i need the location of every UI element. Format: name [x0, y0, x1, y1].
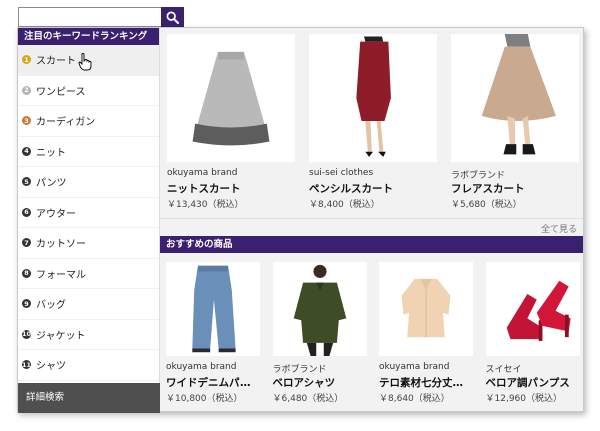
ranking-item-10[interactable]: 10 ジャケット — [18, 320, 159, 350]
ranking-item-label: シャツ — [36, 361, 66, 373]
rank-number-badge: 2 — [22, 85, 31, 95]
product-card[interactable]: okuyama brand ニットスカート ￥13,430（税込） — [167, 28, 295, 210]
ranking-item-label: バッグ — [36, 300, 66, 312]
product-panel: okuyama brand ニットスカート ￥13,430（税込） sui-sei c… — [160, 28, 583, 411]
product-name[interactable]: ベロア調パンプス — [486, 375, 570, 390]
product-image[interactable] — [272, 262, 367, 356]
ranking-item-label: カットソー — [36, 239, 86, 251]
ranking-item-label: カーディガン — [36, 117, 96, 129]
product-image[interactable] — [167, 34, 295, 162]
ranking-item-3[interactable]: 3 カーディガン — [18, 106, 159, 137]
product-image[interactable] — [451, 34, 579, 162]
product-price: ￥5,680（税込） — [451, 200, 522, 210]
ranking-item-label: フォーマル — [36, 269, 86, 281]
product-name[interactable]: テロ素材七分丈シ… — [379, 375, 473, 390]
ranking-item-9[interactable]: 9 バッグ — [18, 289, 159, 320]
rank-number-badge: 6 — [22, 207, 31, 217]
ranking-item-4[interactable]: 4 ニット — [18, 137, 159, 167]
keyword-ranking-sidebar: 注目のキーワードランキング 1 スカート 2 ワンピース 3 カーディガン 4 ニット 5 パンツ… — [18, 28, 160, 413]
divider — [160, 218, 583, 219]
ranking-item-8[interactable]: 8 フォーマル — [18, 259, 159, 289]
rank-number-badge: 5 — [22, 177, 31, 187]
search-bar — [18, 7, 184, 27]
product-price: ￥10,800（税込） — [166, 394, 243, 404]
rank-number-badge: 3 — [22, 116, 31, 126]
ranking-item-1[interactable]: 1 スカート — [18, 45, 159, 76]
search-icon — [166, 11, 179, 24]
hand-cursor-icon — [78, 53, 92, 71]
product-price: ￥8,400（税込） — [309, 200, 380, 210]
product-card[interactable]: スイセイ ベロア調パンプス ￥12,960（税込） — [485, 256, 580, 404]
product-brand: スイセイ — [485, 365, 522, 375]
recommend-heading: おすすめの商品 — [160, 236, 583, 253]
product-image[interactable] — [485, 262, 580, 356]
rank-number-badge: 7 — [22, 238, 31, 248]
ranking-item-label: ワンピース — [36, 86, 86, 98]
ranking-item-2[interactable]: 2 ワンピース — [18, 76, 159, 106]
ranking-item-label: ジャケット — [36, 330, 86, 342]
product-card[interactable]: ラボブランド ベロアシャツ ￥6,480（税込） — [272, 256, 367, 404]
rank-number-badge: 9 — [22, 299, 31, 309]
search-button[interactable] — [161, 7, 184, 27]
rank-number-badge: 10 — [21, 329, 32, 339]
ranking-item-7[interactable]: 7 カットソー — [18, 228, 159, 259]
detail-search-button[interactable]: 詳細検索 — [18, 383, 160, 413]
product-price: ￥8,640（税込） — [379, 394, 450, 404]
product-name[interactable]: ペンシルスカート — [309, 181, 393, 196]
rank-number-badge: 8 — [22, 268, 31, 278]
product-name[interactable]: ベロアシャツ — [273, 375, 336, 390]
ranking-list: 1 スカート 2 ワンピース 3 カーディガン 4 ニット 5 パンツ 6 アウター 7 カットソー 8 フォ… — [18, 45, 159, 381]
see-all-link[interactable]: 全て見る — [541, 222, 577, 235]
product-card[interactable]: okuyama brand テロ素材七分丈シ… ￥8,640（税込） — [379, 256, 473, 404]
rank-number-badge: 11 — [21, 360, 32, 370]
ranking-item-label: スカート — [36, 56, 76, 68]
keyword-product-grid: okuyama brand ニットスカート ￥13,430（税込） sui-sei c… — [160, 28, 583, 224]
ranking-item-label: パンツ — [36, 178, 67, 190]
product-card[interactable]: okuyama brand ワイドデニムパンツ ￥10,800（税込） — [166, 256, 260, 404]
product-name[interactable]: ワイドデニムパンツ — [166, 375, 260, 390]
rank-number-badge: 4 — [22, 146, 31, 156]
ranking-item-5[interactable]: 5 パンツ — [18, 167, 159, 198]
rank-number-badge: 1 — [22, 55, 31, 65]
ranking-item-label: ニット — [36, 147, 66, 159]
product-image[interactable] — [166, 262, 260, 356]
recommend-product-grid: okuyama brand ワイドデニムパンツ ￥10,800（税込） ラボブランドベ… — [160, 256, 583, 411]
product-brand: okuyama brand — [166, 362, 237, 372]
product-image[interactable] — [379, 262, 473, 356]
ranking-item-label: アウター — [36, 208, 76, 220]
product-name[interactable]: ニットスカート — [167, 181, 241, 196]
ranking-item-6[interactable]: 6 アウター — [18, 198, 159, 228]
search-input[interactable] — [18, 7, 161, 27]
product-brand: ラボブランド — [272, 365, 327, 375]
product-brand: okuyama brand — [167, 168, 238, 178]
product-image[interactable] — [309, 34, 437, 162]
product-price: ￥13,430（税込） — [167, 200, 244, 210]
product-brand: sui-sei clothes — [309, 168, 374, 178]
product-card[interactable]: ラボブランド フレアスカート ￥5,680（税込） — [451, 28, 579, 210]
product-price: ￥12,960（税込） — [485, 394, 563, 404]
product-brand: ラボブランド — [451, 171, 506, 181]
product-card[interactable]: sui-sei clothes ペンシルスカート ￥8,400（税込） — [309, 28, 437, 210]
product-name[interactable]: フレアスカート — [451, 181, 525, 196]
ranking-item-11[interactable]: 11 シャツ — [18, 350, 159, 381]
ranking-widget: 注目のキーワードランキング 1 スカート 2 ワンピース 3 カーディガン 4 ニット 5 パンツ… — [0, 0, 600, 431]
product-brand: okuyama brand — [379, 362, 450, 372]
product-price: ￥6,480（税込） — [272, 394, 344, 404]
dropdown-panel: 注目のキーワードランキング 1 スカート 2 ワンピース 3 カーディガン 4 ニット 5 パンツ… — [17, 27, 584, 413]
ranking-heading: 注目のキーワードランキング — [18, 28, 159, 45]
